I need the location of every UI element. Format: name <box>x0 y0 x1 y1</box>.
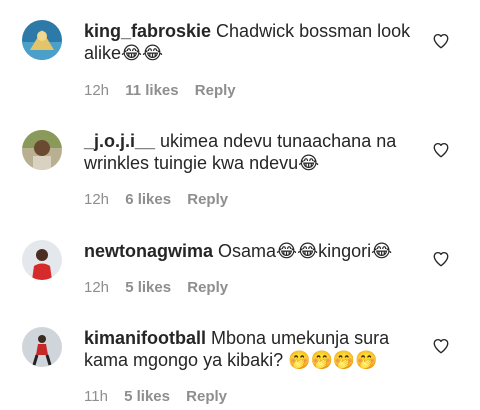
comment-time: 12h <box>84 279 110 296</box>
comment-text: Osama😂😂kingori😂 <box>213 241 393 261</box>
reply-button[interactable]: Reply <box>187 279 228 296</box>
comment-meta: 12h 5 likes Reply <box>84 279 240 296</box>
comment-likes[interactable]: 5 likes <box>125 279 171 296</box>
comment-likes[interactable]: 6 likes <box>125 191 171 208</box>
comment-text-block: newtonagwima Osama😂😂kingori😂 <box>84 240 414 262</box>
comment-username[interactable]: _j.o.j.i__ <box>84 131 155 151</box>
comment-text-block: kimanifootball Mbona umekunja sura kama … <box>84 327 414 371</box>
avatar[interactable] <box>22 327 62 367</box>
comment-meta: 11h 5 likes Reply <box>84 388 239 405</box>
comment-username[interactable]: king_fabroskie <box>84 21 211 41</box>
comment-text-block: king_fabroskie Chadwick bossman look ali… <box>84 20 414 64</box>
comments-list: king_fabroskie Chadwick bossman look ali… <box>0 0 480 410</box>
reply-button[interactable]: Reply <box>195 82 236 99</box>
reply-button[interactable]: Reply <box>187 191 228 208</box>
like-heart-icon[interactable] <box>432 337 450 355</box>
comment-username[interactable]: newtonagwima <box>84 241 213 261</box>
comment-text-block: _j.o.j.i__ ukimea ndevu tunaachana na wr… <box>84 130 414 174</box>
reply-button[interactable]: Reply <box>186 388 227 405</box>
comment-likes[interactable]: 11 likes <box>125 82 178 99</box>
avatar[interactable] <box>22 20 62 60</box>
like-heart-icon[interactable] <box>432 32 450 50</box>
avatar[interactable] <box>22 130 62 170</box>
avatar[interactable] <box>22 240 62 280</box>
comment-time: 12h <box>84 82 110 99</box>
like-heart-icon[interactable] <box>432 141 450 159</box>
comment-username[interactable]: kimanifootball <box>84 328 206 348</box>
comment-time: 11h <box>84 388 108 405</box>
comment-likes[interactable]: 5 likes <box>124 388 170 405</box>
like-heart-icon[interactable] <box>432 250 450 268</box>
comment-meta: 12h 6 likes Reply <box>84 191 240 208</box>
comment-time: 12h <box>84 191 110 208</box>
comment-meta: 12h 11 likes Reply <box>84 82 248 99</box>
